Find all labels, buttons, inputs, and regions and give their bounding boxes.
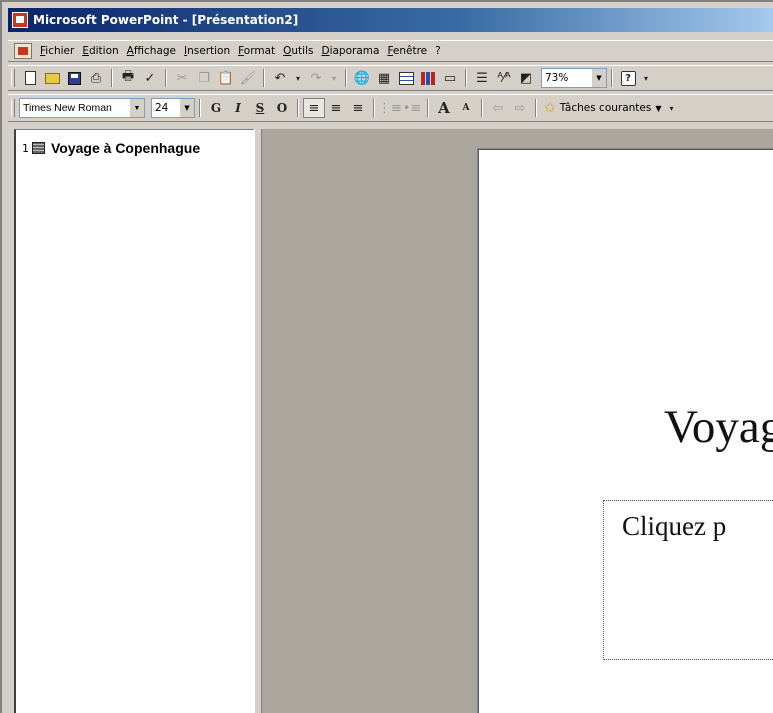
slide-title-text[interactable]: Voyag bbox=[664, 400, 773, 454]
permission-icon[interactable]: ⎙ bbox=[85, 68, 107, 88]
toolbar-grip[interactable] bbox=[11, 99, 15, 117]
menu-bar: Fichier Edition Affichage Insertion Form… bbox=[8, 40, 773, 62]
open-icon[interactable] bbox=[41, 68, 63, 88]
toolbar-options-icon[interactable]: ▾ bbox=[665, 98, 679, 118]
outline-slide-item[interactable]: 1 Voyage à Copenhague bbox=[22, 140, 200, 156]
demote-icon[interactable]: ⇨ bbox=[509, 98, 531, 118]
expand-all-icon[interactable]: ☰ bbox=[471, 68, 493, 88]
align-center-icon[interactable]: ≡ bbox=[325, 98, 347, 118]
subtitle-placeholder[interactable]: Cliquez p bbox=[603, 500, 773, 660]
powerpoint-app-icon[interactable] bbox=[12, 12, 28, 28]
menu-outils[interactable]: Outils bbox=[279, 45, 317, 57]
spelling-icon[interactable]: ✓ bbox=[139, 68, 161, 88]
slide-icon bbox=[32, 142, 45, 154]
font-size-value: 24 bbox=[155, 102, 169, 114]
star-icon: ✩ bbox=[544, 100, 556, 116]
menu-fenetre[interactable]: Fenêtre bbox=[383, 45, 431, 57]
chevron-down-icon[interactable]: ▼ bbox=[180, 99, 194, 117]
print-icon[interactable]: 🖶 bbox=[117, 68, 139, 88]
align-left-icon[interactable]: ≡ bbox=[303, 98, 325, 118]
menu-insertion[interactable]: Insertion bbox=[180, 45, 234, 57]
font-name: Times New Roman bbox=[23, 102, 112, 114]
undo-icon[interactable]: ↶ bbox=[269, 68, 291, 88]
hyperlink-icon[interactable]: 🌐 bbox=[351, 68, 373, 88]
menu-help[interactable]: ? bbox=[431, 45, 445, 57]
powerpoint-window: Microsoft PowerPoint - [Présentation2] F… bbox=[0, 0, 773, 713]
pane-splitter[interactable] bbox=[254, 129, 262, 713]
outline-slide-title[interactable]: Voyage à Copenhague bbox=[51, 140, 200, 156]
undo-dropdown-icon[interactable]: ▾ bbox=[291, 68, 305, 88]
menu-edition[interactable]: Edition bbox=[78, 45, 122, 57]
toolbar-options-icon[interactable]: ▾ bbox=[639, 68, 653, 88]
menu-format[interactable]: Format bbox=[234, 45, 279, 57]
subtitle-placeholder-text: Cliquez p bbox=[622, 511, 727, 541]
insert-table-icon[interactable] bbox=[395, 68, 417, 88]
show-formatting-icon[interactable]: ᴬ⁄ᴬ bbox=[493, 68, 515, 88]
chevron-down-icon: ▼ bbox=[655, 103, 662, 113]
bold-button[interactable]: G bbox=[205, 98, 227, 118]
zoom-value: 73% bbox=[545, 72, 569, 84]
underline-button[interactable]: S bbox=[249, 98, 271, 118]
slide-canvas[interactable]: Voyag Cliquez p bbox=[478, 149, 773, 713]
increase-font-button[interactable]: A bbox=[433, 98, 455, 118]
help-icon[interactable]: ? bbox=[617, 68, 639, 88]
font-dropdown[interactable]: Times New Roman ▼ bbox=[19, 98, 145, 118]
slide-number: 1 bbox=[22, 141, 29, 155]
font-size-dropdown[interactable]: 24 ▼ bbox=[151, 98, 195, 118]
menu-fichier[interactable]: Fichier bbox=[36, 45, 78, 57]
chevron-down-icon[interactable]: ▼ bbox=[130, 99, 144, 117]
decrease-font-button[interactable]: A bbox=[455, 98, 477, 118]
shadow-button[interactable]: O bbox=[271, 98, 293, 118]
cut-icon[interactable]: ✂ bbox=[171, 68, 193, 88]
tasks-label: Tâches courantes bbox=[559, 102, 652, 114]
redo-icon[interactable]: ↷ bbox=[305, 68, 327, 88]
menu-affichage[interactable]: Affichage bbox=[123, 45, 180, 57]
bullets-icon[interactable]: •≡ bbox=[401, 98, 423, 118]
numbering-icon[interactable]: ⋮≡ bbox=[378, 98, 402, 118]
toolbar-grip[interactable] bbox=[11, 69, 15, 87]
format-painter-icon[interactable]: 🖌 bbox=[237, 68, 259, 88]
title-bar[interactable]: Microsoft PowerPoint - [Présentation2] bbox=[8, 8, 773, 32]
zoom-dropdown[interactable]: 73% ▼ bbox=[541, 68, 607, 88]
redo-dropdown-icon[interactable]: ▾ bbox=[327, 68, 341, 88]
new-icon[interactable] bbox=[19, 68, 41, 88]
menu-diaporama[interactable]: Diaporama bbox=[317, 45, 383, 57]
new-slide-icon[interactable]: ▭ bbox=[439, 68, 461, 88]
outline-pane[interactable]: 1 Voyage à Copenhague bbox=[14, 129, 254, 713]
italic-button[interactable]: I bbox=[227, 98, 249, 118]
document-icon[interactable] bbox=[14, 43, 32, 59]
tasks-button[interactable]: ✩ Tâches courantes ▼ bbox=[541, 100, 665, 116]
grayscale-icon[interactable]: ◩ bbox=[515, 68, 537, 88]
slide-workspace: Voyag Cliquez p bbox=[262, 129, 773, 713]
chevron-down-icon[interactable]: ▼ bbox=[592, 69, 606, 87]
formatting-toolbar: Times New Roman ▼ 24 ▼ G I S O ≡ ≡ ≡ ⋮≡ … bbox=[8, 94, 773, 122]
align-right-icon[interactable]: ≡ bbox=[347, 98, 369, 118]
paste-icon[interactable]: 📋 bbox=[215, 68, 237, 88]
window-title: Microsoft PowerPoint - [Présentation2] bbox=[33, 13, 299, 27]
promote-icon[interactable]: ⇦ bbox=[487, 98, 509, 118]
copy-icon[interactable]: ❐ bbox=[193, 68, 215, 88]
standard-toolbar: ⎙ 🖶 ✓ ✂ ❐ 📋 🖌 ↶ ▾ ↷ ▾ 🌐 ▦ ▭ ☰ ᴬ⁄ᴬ ◩ 73% … bbox=[8, 65, 773, 91]
save-icon[interactable] bbox=[63, 68, 85, 88]
insert-chart-icon[interactable] bbox=[417, 68, 439, 88]
tables-borders-icon[interactable]: ▦ bbox=[373, 68, 395, 88]
